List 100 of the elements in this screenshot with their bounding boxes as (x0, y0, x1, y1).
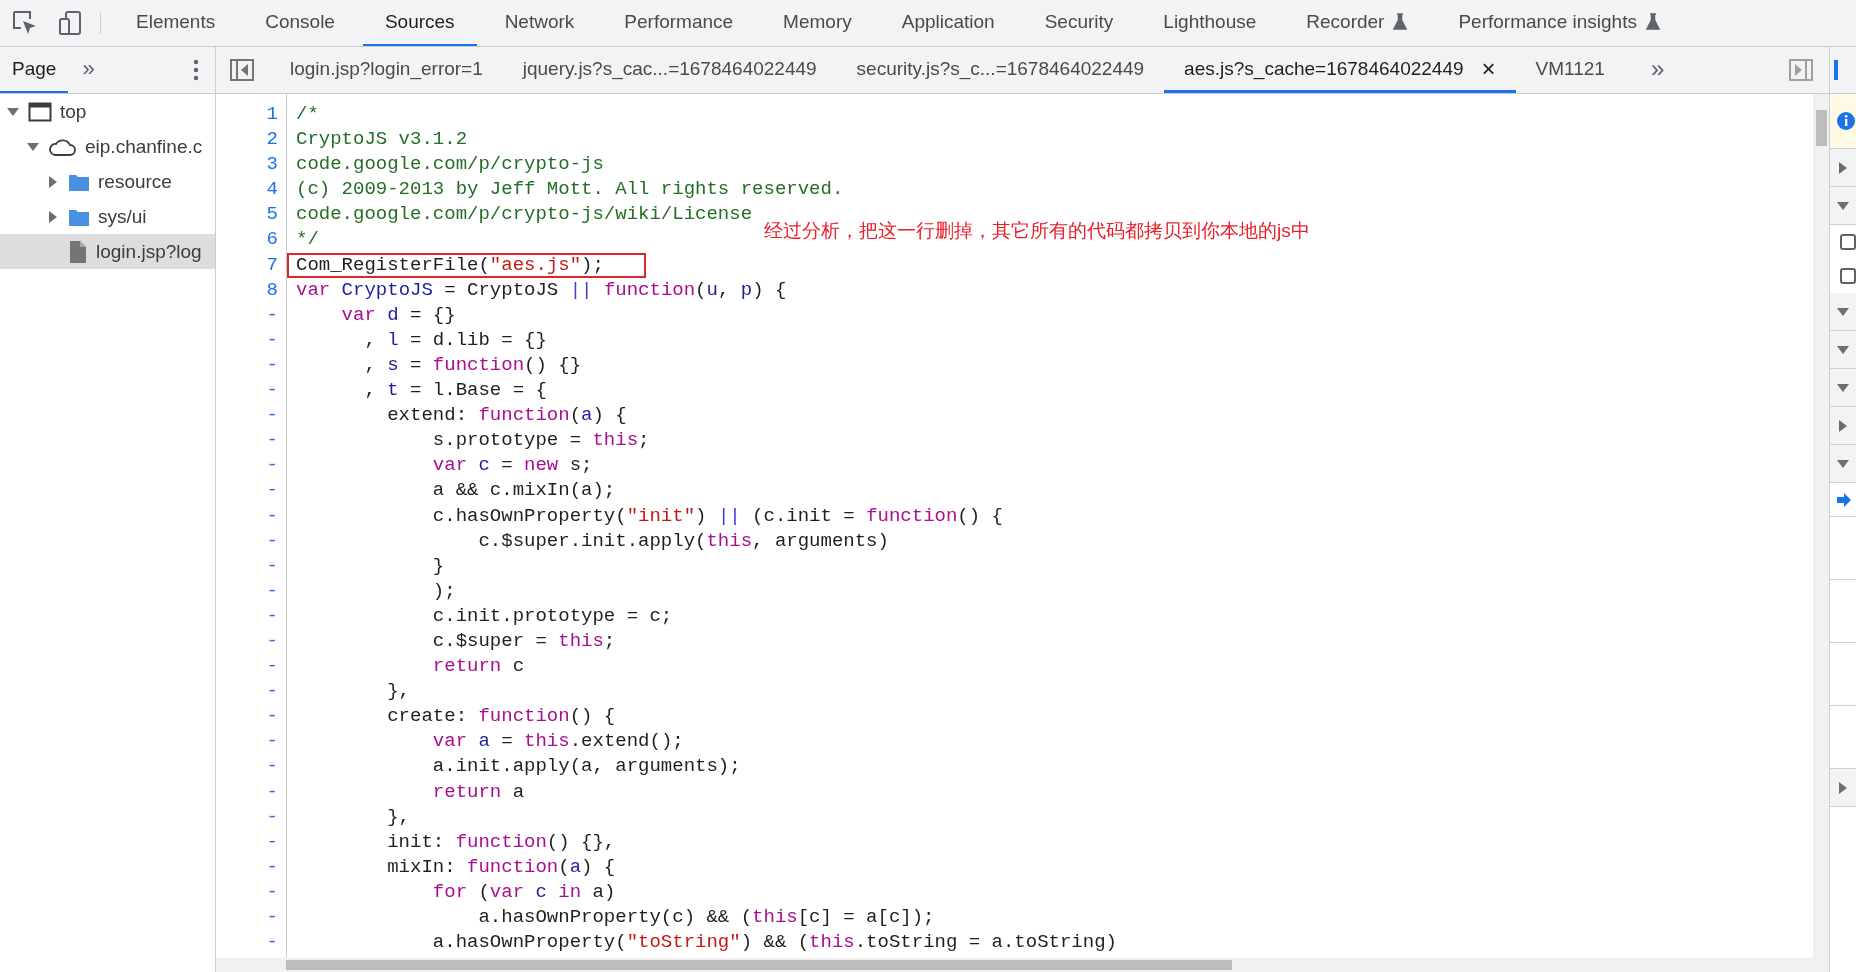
tab[interactable]: Lighthouse (1141, 0, 1279, 46)
line-number: 5 (265, 204, 279, 226)
code-line: a.init.apply(a, arguments); (431, 756, 742, 778)
code-line: mixIn: function(a) { (386, 856, 617, 878)
code-line: Com_RegisterFile("aes.js"); (289, 254, 644, 276)
pointer-arrow-icon (1836, 491, 1852, 508)
tab[interactable]: Application (879, 0, 1017, 46)
line-number: - (265, 480, 279, 502)
annotation-text: 经过分析，把这一行删掉，其它所有的代码都拷贝到你本地的js中 (764, 219, 1310, 243)
code-line: ); (431, 580, 457, 602)
inspect-icon[interactable] (12, 10, 38, 36)
line-number: - (265, 907, 279, 928)
tree-item-label: eip.chanfine.c (85, 135, 203, 158)
panel-tab[interactable]: Page (0, 47, 69, 93)
device-icon[interactable] (58, 10, 84, 36)
window-icon (28, 101, 52, 122)
line-number: - (265, 681, 279, 703)
code-line: a.hasOwnProperty(c) && (this[c] = a[c]); (477, 907, 936, 928)
line-number: 3 (265, 154, 279, 176)
code-line: a.hasOwnProperty("toString") && (this.toString = a.toString) (431, 932, 1118, 954)
line-number: - (265, 856, 279, 878)
panel-edge (1834, 60, 1838, 80)
line-number: 4 (265, 179, 279, 201)
file-tab[interactable]: login.jsp?login_error=1 (270, 47, 503, 93)
line-number: - (265, 455, 279, 477)
code-line: return a (431, 781, 526, 803)
code-line: */ (296, 229, 320, 251)
line-number: - (265, 380, 279, 402)
line-number: - (265, 781, 279, 803)
line-number: - (265, 656, 279, 678)
code-line: var CryptoJS = CryptoJS || function(u, p) { (296, 279, 788, 301)
toggle-debugger-icon[interactable] (1789, 59, 1813, 81)
line-number: - (265, 881, 279, 903)
line-number: 7 (265, 254, 279, 276)
line-number: - (265, 329, 279, 351)
code-line: , s = function() {} (363, 354, 583, 376)
line-number: - (265, 756, 279, 778)
tab[interactable]: Security (1022, 0, 1136, 46)
code-line: }, (386, 681, 412, 703)
code-line: extend: function(a) { (386, 405, 628, 427)
tab[interactable]: Network (482, 0, 597, 46)
line-number: - (265, 530, 279, 552)
code-line: var a = this.extend(); (431, 731, 685, 753)
code-line: c.$super.init.apply(this, arguments) (477, 530, 890, 552)
tab[interactable]: Elements (114, 0, 238, 46)
tab[interactable]: Memory (761, 0, 874, 46)
line-number: - (265, 831, 279, 853)
code-line: return c (431, 656, 526, 678)
code-line: , l = d.lib = {} (363, 329, 548, 351)
line-number: - (265, 354, 279, 376)
more-options-icon[interactable] (193, 59, 199, 81)
flask-icon (1644, 13, 1661, 31)
toggle-navigator-icon[interactable] (230, 59, 254, 81)
file-tab[interactable]: jquery.js?s_cac...=1678464022449 (502, 47, 837, 93)
code-line: , t = l.Base = { (363, 380, 548, 402)
code-line: CryptoJS v3.1.2 (296, 129, 469, 151)
flask-icon (1392, 13, 1409, 31)
more-tabs-button[interactable]: » (68, 47, 109, 93)
code-line: code.google.com/p/crypto-js (296, 154, 605, 176)
tree-item-label: top (60, 100, 87, 123)
line-number: - (265, 405, 279, 427)
line-number: - (265, 304, 279, 326)
code-line: } (431, 555, 446, 577)
line-number: - (265, 932, 279, 954)
code-line: init: function() {}, (386, 831, 617, 853)
line-number: - (265, 630, 279, 652)
scrollbar-thumb[interactable] (1815, 110, 1827, 146)
tab[interactable]: Console (243, 0, 357, 46)
line-number: 2 (265, 129, 279, 151)
tab[interactable]: Performance (602, 0, 756, 46)
vertical-scrollbar[interactable] (1813, 94, 1829, 958)
code-line: code.google.com/p/crypto-js/wiki/License (296, 204, 754, 226)
line-number: - (265, 555, 279, 577)
line-number: 1 (265, 104, 279, 125)
line-number: - (265, 580, 279, 602)
checkbox[interactable] (1840, 234, 1856, 250)
scrollbar-thumb[interactable] (286, 960, 1232, 970)
code-line: }, (386, 806, 412, 828)
file-tab[interactable]: VM1121 (1515, 47, 1625, 93)
more-tabs-button[interactable]: » (1624, 47, 1691, 93)
line-number: - (265, 430, 279, 452)
file-tab[interactable]: security.js?s_c...=1678464022449 (836, 47, 1165, 93)
horizontal-scrollbar[interactable] (216, 958, 1829, 972)
code-line: c.init.prototype = c; (431, 605, 674, 627)
code-line: c.hasOwnProperty("init") || (c.init = function() { (431, 505, 1004, 527)
code-line: /* (296, 104, 320, 125)
tab[interactable]: Performance insights (1436, 0, 1683, 46)
tab[interactable]: Recorder (1284, 0, 1431, 46)
code-line: for (var c in a) (431, 881, 617, 903)
checkbox[interactable] (1840, 268, 1856, 284)
line-number: - (265, 605, 279, 627)
code-line: (c) 2009-2013 by Jeff Mott. All rights reserved. (296, 179, 845, 201)
code-line: c.$super = this; (431, 630, 617, 652)
line-number: - (265, 706, 279, 728)
tree-item-label: resource (98, 170, 172, 193)
code-line: var d = {} (340, 304, 457, 326)
close-tab-button[interactable]: × (1481, 54, 1496, 83)
file-tab[interactable]: aes.js?s_cache=1678464022449 × (1164, 47, 1516, 93)
selected-row[interactable]: login.jsp?log (0, 234, 215, 269)
code-line: a && c.mixIn(a); (431, 480, 617, 502)
